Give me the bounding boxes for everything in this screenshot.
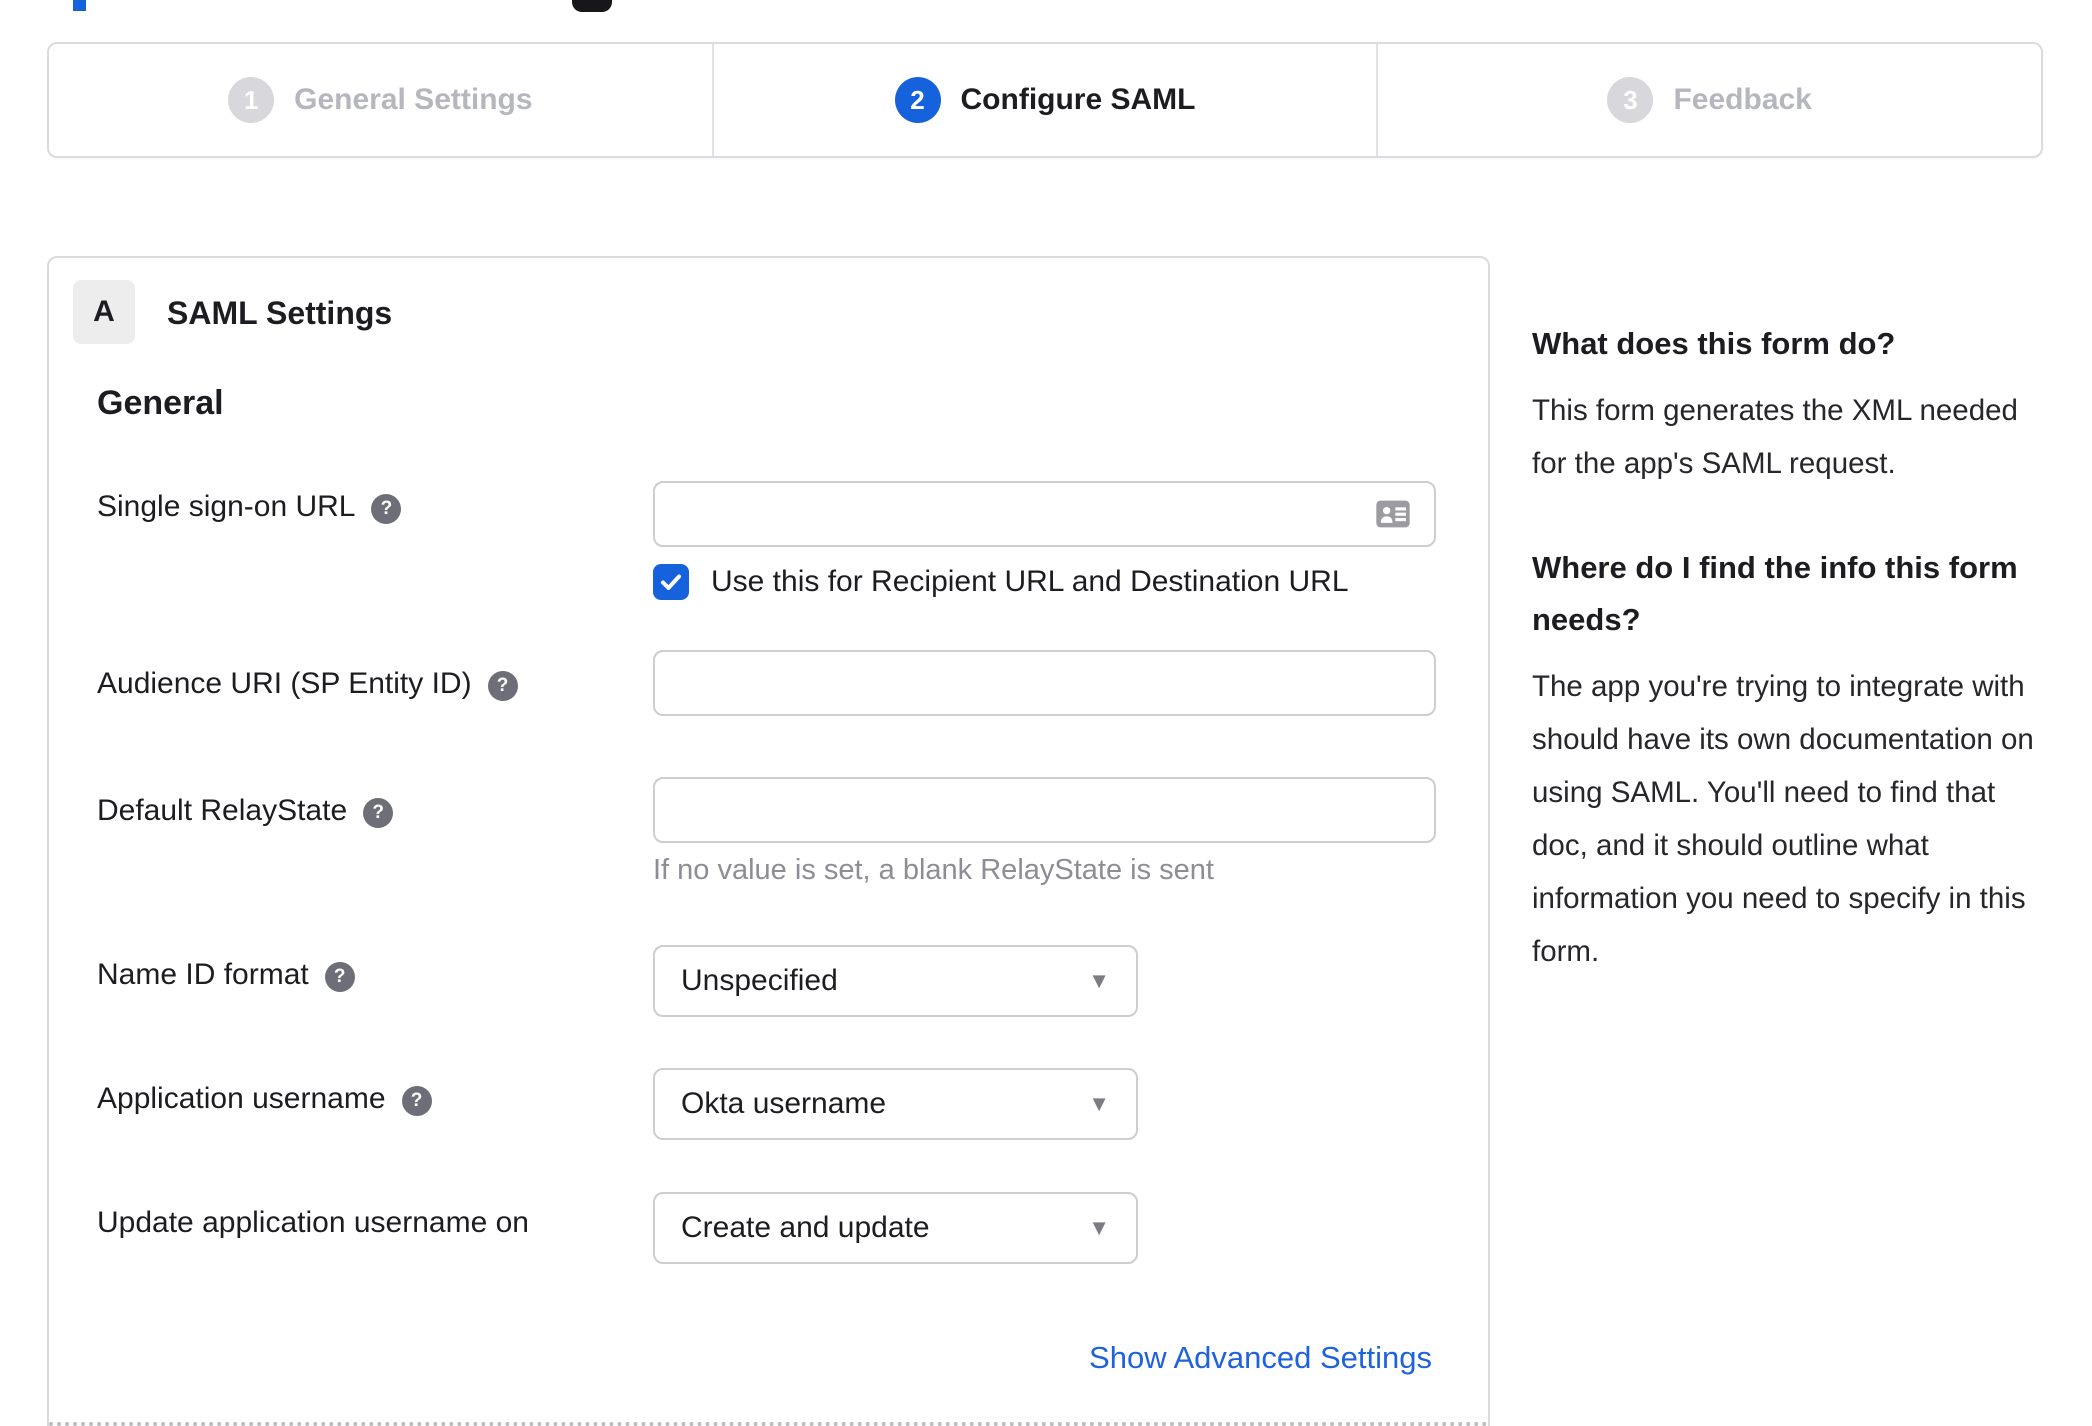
default-relaystate-input[interactable] — [653, 777, 1436, 843]
select-value: Create and update — [681, 1211, 930, 1244]
relaystate-hint: If no value is set, a blank RelayState i… — [653, 854, 1214, 886]
section-title: SAML Settings — [167, 295, 393, 331]
field-label-text: Audience URI (SP Entity ID) — [97, 667, 472, 700]
saml-settings-panel: A SAML Settings General Single sign-on U… — [47, 256, 1490, 1426]
step-general-settings[interactable]: 1 General Settings — [49, 44, 712, 156]
section-dotted-divider — [49, 1422, 1488, 1426]
general-subsection-title: General — [97, 384, 224, 422]
help-icon[interactable]: ? — [363, 798, 394, 828]
application-username-label: Application username? — [97, 1082, 432, 1116]
field-label-text: Name ID format — [97, 958, 309, 991]
help-heading: What does this form do? — [1532, 326, 1896, 361]
help-icon[interactable]: ? — [324, 962, 355, 992]
field-label-text: Update application username on — [97, 1206, 529, 1239]
section-a-badge: A — [73, 280, 135, 344]
show-advanced-settings-link[interactable]: Show Advanced Settings — [1089, 1340, 1432, 1376]
help-sidebar: What does this form do? This form genera… — [1532, 318, 2047, 1030]
step-feedback[interactable]: 3 Feedback — [1376, 44, 2041, 156]
recipient-url-checkbox-label[interactable]: Use this for Recipient URL and Destinati… — [711, 565, 1349, 599]
update-application-username-label: Update application username on — [97, 1206, 529, 1240]
step-label: General Settings — [294, 83, 533, 116]
single-sign-on-url-label: Single sign-on URL? — [97, 490, 402, 524]
field-label-text: Default RelayState — [97, 794, 348, 827]
select-value: Okta username — [681, 1087, 887, 1120]
name-id-format-select[interactable]: Unspecified ▼ — [653, 945, 1138, 1017]
single-sign-on-url-input[interactable] — [653, 481, 1436, 547]
step-configure-saml[interactable]: 2 Configure SAML — [711, 44, 1377, 156]
step-label: Configure SAML — [960, 83, 1196, 116]
field-label-text: Application username — [97, 1082, 386, 1115]
help-icon[interactable]: ? — [371, 494, 402, 524]
step-number-badge: 2 — [894, 77, 941, 123]
step-number-badge: 1 — [228, 77, 275, 123]
chevron-down-icon: ▼ — [1088, 1091, 1110, 1116]
help-icon[interactable]: ? — [401, 1086, 432, 1116]
help-block-form-purpose: What does this form do? This form genera… — [1532, 318, 2047, 490]
help-icon[interactable]: ? — [487, 671, 518, 701]
chevron-down-icon: ▼ — [1088, 968, 1110, 993]
name-id-format-label: Name ID format? — [97, 958, 355, 992]
help-block-find-info: Where do I find the info this form needs… — [1532, 542, 2047, 978]
step-number-badge: 3 — [1607, 77, 1654, 123]
wizard-stepper: 1 General Settings 2 Configure SAML 3 Fe… — [47, 42, 2043, 158]
audience-uri-input[interactable] — [653, 650, 1436, 716]
application-username-select[interactable]: Okta username ▼ — [653, 1068, 1138, 1140]
audience-uri-label: Audience URI (SP Entity ID)? — [97, 667, 518, 701]
check-icon — [661, 574, 681, 590]
help-body: This form generates the XML needed for t… — [1532, 394, 2018, 480]
chevron-down-icon: ▼ — [1088, 1215, 1110, 1240]
help-body: The app you're trying to integrate with … — [1532, 670, 2034, 968]
update-application-username-select[interactable]: Create and update ▼ — [653, 1192, 1138, 1264]
help-heading: Where do I find the info this form needs… — [1532, 550, 2018, 637]
field-label-text: Single sign-on URL — [97, 490, 356, 523]
cutoff-header-fragment-blue — [73, 0, 86, 11]
cutoff-header-fragment-dark — [572, 0, 612, 12]
recipient-url-checkbox[interactable] — [653, 564, 689, 600]
select-value: Unspecified — [681, 964, 838, 997]
recipient-url-checkbox-row: Use this for Recipient URL and Destinati… — [653, 564, 1349, 600]
default-relaystate-label: Default RelayState? — [97, 794, 394, 828]
step-label: Feedback — [1673, 83, 1812, 116]
